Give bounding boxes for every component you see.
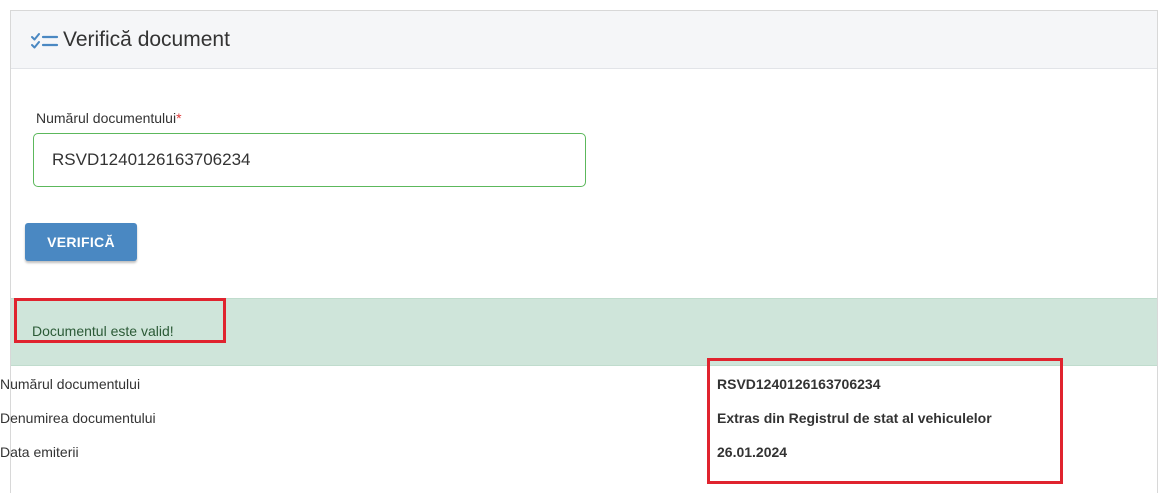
- document-number-label: Numărul documentului*: [36, 109, 182, 127]
- page: Verifică document Numărul documentului* …: [0, 0, 1160, 493]
- detail-value: 26.01.2024: [717, 444, 788, 460]
- detail-row-document-number: Numărul documentului RSVD124012616370623…: [0, 375, 1160, 397]
- detail-value: Extras din Registrul de stat al vehicule…: [717, 410, 992, 426]
- detail-label: Data emiterii: [0, 444, 79, 460]
- alert-message: Documentul este valid!: [32, 323, 174, 339]
- page-title: Verifică document: [63, 28, 230, 51]
- checklist-icon: [31, 32, 59, 50]
- success-alert: Documentul este valid!: [11, 298, 1157, 366]
- detail-row-document-name: Denumirea documentului Extras din Regist…: [0, 409, 1160, 431]
- detail-value: RSVD1240126163706234: [717, 376, 881, 392]
- detail-row-issue-date: Data emiterii 26.01.2024: [0, 443, 1160, 465]
- verify-button[interactable]: VERIFICĂ: [25, 223, 137, 261]
- detail-label: Denumirea documentului: [0, 410, 156, 426]
- required-mark: *: [176, 110, 182, 126]
- panel-header: Verifică document: [11, 11, 1157, 69]
- document-number-label-text: Numărul documentului: [36, 110, 177, 126]
- document-number-input[interactable]: [33, 133, 586, 187]
- detail-label: Numărul documentului: [0, 376, 141, 392]
